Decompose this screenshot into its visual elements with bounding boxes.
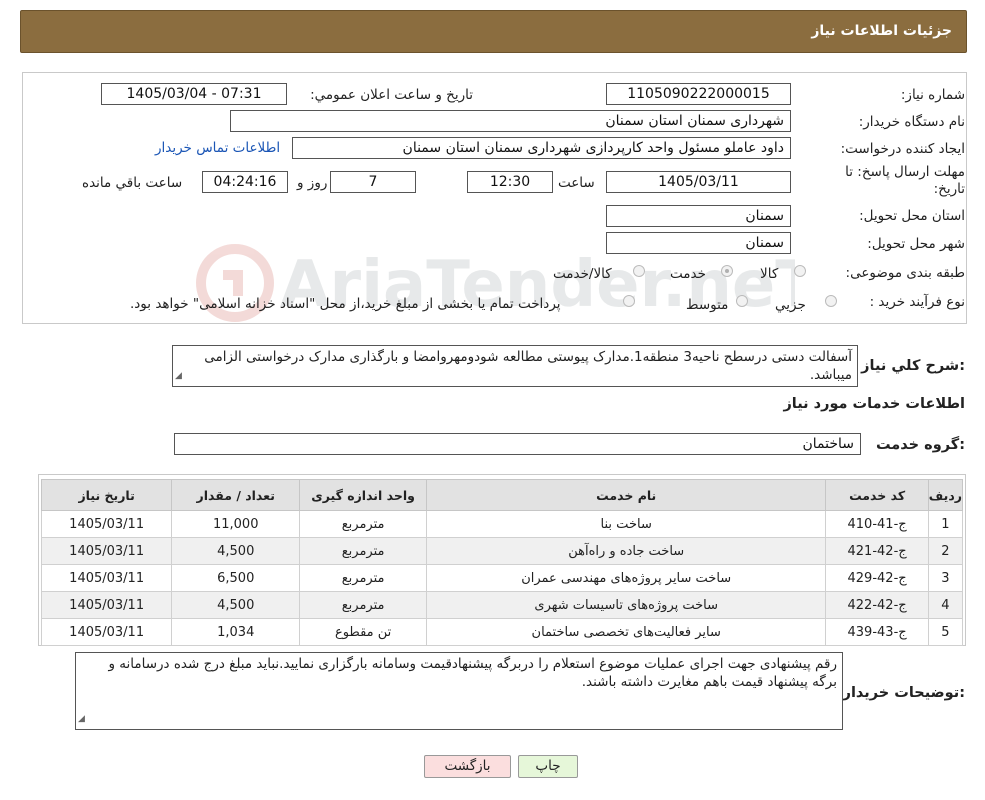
page-header: جزئیات اطلاعات نیاز [20, 10, 967, 53]
buyer-org-field: شهرداری سمنان استان سمنان [230, 110, 791, 132]
province-label: استان محل تحویل: [859, 208, 965, 224]
process-radio-minor[interactable] [825, 295, 837, 307]
table-row: 4 ج-42-422 ساخت پروژه‌های تاسيسات شهری م… [40, 591, 964, 619]
process-label: نوع فرآیند خرید : [869, 294, 965, 310]
cell-service-name: ساخت ساير پروژه‌های مهندسی عمران [426, 564, 827, 592]
cell-need-date: 1405/03/11 [40, 564, 173, 592]
cell-service-code: ج-42-429 [825, 564, 929, 592]
cell-need-date: 1405/03/11 [40, 510, 173, 538]
cell-unit: مترمربع [299, 564, 428, 592]
buyer-contact-link[interactable]: اطلاعات تماس خريدار [155, 140, 280, 156]
province-field: سمنان [606, 205, 791, 227]
requester-field: داود عاملو مسئول واحد کارپردازی شهرداری … [292, 137, 791, 159]
col-row-number: رديف [927, 479, 964, 511]
cell-service-name: ساخت پروژه‌های تاسيسات شهری [426, 591, 827, 619]
cell-unit: تن مقطوع [299, 618, 428, 646]
buyer-notes-textarea[interactable]: رقم پیشنهادی جهت اجرای عملیات موضوع استع… [75, 652, 843, 730]
days-label: روز و [297, 175, 328, 191]
process-option-medium: متوسط [686, 297, 729, 313]
category-radio-goods[interactable] [794, 265, 806, 277]
col-service-name: نام خدمت [426, 479, 827, 511]
cell-need-date: 1405/03/11 [40, 591, 173, 619]
resize-handle-icon[interactable]: ◢ [175, 367, 182, 385]
cell-service-name: ساير فعاليت‌های تخصصی ساختمان [426, 618, 827, 646]
cell-unit: مترمربع [299, 591, 428, 619]
table-row: 1 ج-41-410 ساخت بنا مترمربع 11,000 1405/… [40, 510, 964, 538]
buyer-notes-text: رقم پیشنهادی جهت اجرای عملیات موضوع استع… [108, 656, 837, 690]
process-option-minor: جزيي [775, 297, 806, 313]
cell-service-code: ج-41-410 [825, 510, 929, 538]
buyer-notes-label: توضيحات خريدار: [842, 685, 965, 701]
cell-row-number: 4 [927, 591, 964, 619]
category-option-goods-service: کالا/خدمت [553, 266, 612, 282]
col-need-date: تاريخ نياز [40, 479, 173, 511]
cell-service-code: ج-42-422 [825, 591, 929, 619]
buyer-org-label: نام دستگاه خريدار: [858, 114, 965, 130]
back-button[interactable]: بازگشت [424, 755, 511, 778]
cell-row-number: 1 [927, 510, 964, 538]
cell-unit: مترمربع [299, 537, 428, 565]
need-number-label: شماره نیاز: [900, 87, 965, 103]
cell-service-code: ج-42-421 [825, 537, 929, 565]
description-text: آسفالت دستی درسطح ناحیه3 منطقه1.مدارک پی… [204, 349, 852, 383]
col-unit: واحد اندازه گيری [299, 479, 428, 511]
services-table: رديف کد خدمت نام خدمت واحد اندازه گيری ت… [40, 479, 964, 646]
remaining-time-label: ساعت باقي مانده [82, 175, 183, 191]
announce-datetime-label: تاريخ و ساعت اعلان عمومي: [310, 87, 473, 103]
cell-need-date: 1405/03/11 [40, 618, 173, 646]
cell-unit: مترمربع [299, 510, 428, 538]
category-radio-goods-service[interactable] [633, 265, 645, 277]
print-button[interactable]: چاپ [518, 755, 578, 778]
description-label: شرح کلي نياز: [861, 358, 965, 374]
table-row: 2 ج-42-421 ساخت جاده و راه‌آهن مترمربع 4… [40, 537, 964, 565]
cell-service-name: ساخت جاده و راه‌آهن [426, 537, 827, 565]
description-textarea[interactable]: آسفالت دستی درسطح ناحیه3 منطقه1.مدارک پی… [172, 345, 858, 387]
cell-quantity: 11,000 [171, 510, 301, 538]
services-section-title: اطلاعات خدمات مورد نياز [783, 396, 965, 412]
category-radio-service[interactable] [721, 265, 733, 277]
cell-service-name: ساخت بنا [426, 510, 827, 538]
remaining-time-field: 04:24:16 [202, 171, 288, 193]
deadline-time-label: ساعت [558, 175, 595, 191]
need-number-field: 1105090222000015 [606, 83, 791, 105]
cell-row-number: 5 [927, 618, 964, 646]
cell-row-number: 2 [927, 537, 964, 565]
days-field: 7 [330, 171, 416, 193]
table-row: 5 ج-43-439 ساير فعاليت‌های تخصصی ساختمان… [40, 618, 964, 646]
table-header-row: رديف کد خدمت نام خدمت واحد اندازه گيری ت… [40, 479, 964, 511]
resize-handle-icon[interactable]: ◢ [78, 710, 85, 728]
cell-quantity: 4,500 [171, 591, 301, 619]
cell-service-code: ج-43-439 [825, 618, 929, 646]
announce-datetime-field: 1405/03/04 - 07:31 [101, 83, 287, 105]
cell-need-date: 1405/03/11 [40, 537, 173, 565]
table-row: 3 ج-42-429 ساخت ساير پروژه‌های مهندسی عم… [40, 564, 964, 592]
service-group-label: گروه خدمت: [875, 437, 965, 453]
aria-tender-watermark-logo: AriaTender.neT [196, 244, 795, 322]
cell-quantity: 6,500 [171, 564, 301, 592]
deadline-date-field: 1405/03/11 [606, 171, 791, 193]
cell-row-number: 3 [927, 564, 964, 592]
col-quantity: تعداد / مقدار [171, 479, 301, 511]
city-label: شهر محل تحویل: [867, 236, 965, 252]
page-title: جزئیات اطلاعات نیاز [811, 23, 952, 39]
deadline-time-field: 12:30 [467, 171, 553, 193]
process-radio-medium[interactable] [736, 295, 748, 307]
requester-label: ايجاد کننده درخواست: [840, 141, 965, 157]
category-option-service: خدمت [670, 266, 706, 282]
process-radio-treasury[interactable] [623, 295, 635, 307]
cell-quantity: 1,034 [171, 618, 301, 646]
process-treasury-note: پرداخت تمام يا بخشی از مبلغ خريد،از محل … [130, 296, 561, 312]
category-label: طبقه بندی موضوعی: [845, 265, 965, 281]
category-option-goods: کالا [760, 266, 779, 282]
col-service-code: کد خدمت [825, 479, 929, 511]
cell-quantity: 4,500 [171, 537, 301, 565]
deadline-label: مهلت ارسال پاسخ: تا [845, 164, 965, 180]
services-table-wrapper: رديف کد خدمت نام خدمت واحد اندازه گيری ت… [38, 474, 966, 646]
service-group-field: ساختمان [174, 433, 861, 455]
deadline-label-2: تاريخ: [933, 181, 965, 197]
